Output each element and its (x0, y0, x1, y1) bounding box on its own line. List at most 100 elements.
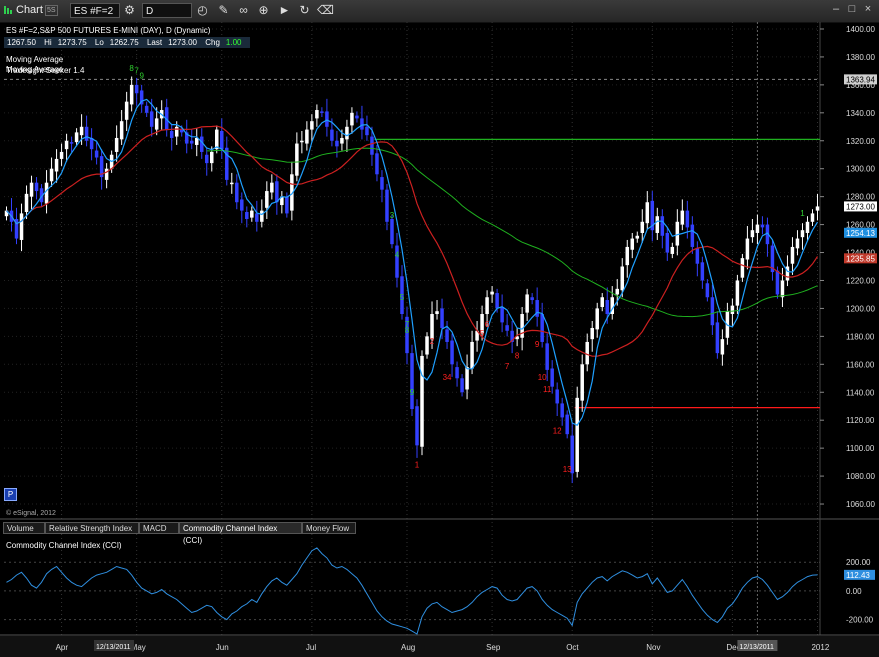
seeker-count-label: 5 (480, 329, 485, 338)
price-tag-label: 1273.00 (846, 202, 875, 211)
candle-body (565, 414, 569, 435)
study-legend-1[interactable]: Moving Average (6, 55, 63, 64)
candle-body (79, 126, 84, 136)
ohlc-readout: 1267.50 Hi 1273.75 Lo 1262.75 Last 1273.00 … (4, 37, 251, 48)
study-legend-3[interactable]: Tradesight Seeker 1.4 (6, 66, 84, 75)
candle-body (455, 367, 459, 379)
candle-body (380, 177, 384, 190)
price-tick-label: 1320.00 (846, 137, 875, 146)
tab-cci[interactable]: Commodity Channel Index (CCI) (179, 522, 302, 545)
price-chart[interactable]: 123456789101112139875438 791 1060.001080.… (0, 22, 879, 657)
candle-body (350, 112, 354, 126)
price-tick-label: 1200.00 (846, 304, 875, 313)
candle-body (635, 235, 640, 239)
month-label: Aug (401, 643, 415, 652)
tab-macd[interactable]: MACD (139, 522, 179, 534)
p-badge[interactable]: P (4, 488, 17, 501)
seeker-count-label: 5 (400, 293, 405, 302)
candle-body (144, 105, 149, 113)
interval-clock-icon[interactable]: ◴ (195, 3, 210, 18)
candle-body (19, 213, 24, 240)
candle-body (750, 230, 755, 238)
candle-body (470, 341, 474, 369)
candle-body (240, 199, 244, 211)
seeker-count-label: 9 (535, 340, 540, 349)
candle-body (490, 291, 494, 295)
candle-body (149, 111, 154, 127)
chg-value: 1.00 (225, 38, 242, 47)
candle-body (715, 322, 720, 354)
tab-volume[interactable]: Volume (3, 522, 45, 534)
play-icon[interactable]: ► (277, 3, 292, 18)
tab-rsi[interactable]: Relative Strength Index (45, 522, 139, 534)
candle-body (805, 221, 810, 233)
candle-body (210, 151, 214, 164)
candle-body (560, 403, 564, 418)
candle-body (270, 182, 274, 193)
cci-tick-label: 200.00 (846, 558, 871, 567)
draw-pencil-icon[interactable]: ✎ (216, 3, 231, 18)
seeker-count-label: 7 (405, 320, 410, 329)
title-badge[interactable]: 5S (45, 5, 58, 16)
candle-body (194, 137, 199, 145)
candle-body (605, 300, 609, 315)
candle-body (555, 389, 559, 404)
window-title: Chart (16, 4, 43, 16)
interval-input[interactable]: D (142, 3, 192, 18)
candle-body (320, 111, 324, 113)
minimize-button[interactable]: – (830, 3, 842, 15)
candle-body (675, 221, 680, 246)
price-tick-label: 1140.00 (846, 388, 875, 397)
candle-body (720, 339, 725, 355)
candle-body (295, 143, 299, 176)
candle-body (620, 266, 625, 291)
refresh-icon[interactable]: ↻ (297, 3, 312, 18)
grid (0, 22, 879, 636)
candle-body (640, 221, 645, 233)
tab-money-flow[interactable]: Money Flow (302, 522, 356, 534)
candle-body (500, 307, 504, 323)
price-tick-label: 1100.00 (846, 444, 875, 453)
candle-body (114, 137, 119, 152)
candle-body (435, 311, 439, 315)
candle-body (755, 224, 760, 233)
candle-body (235, 182, 239, 203)
symbol-description: ES #F=2,S&P 500 FUTURES E-MINI (DAY), D … (6, 26, 211, 35)
cci-panel (4, 547, 820, 635)
last-label: Last (146, 38, 163, 47)
candle-body (310, 121, 314, 130)
candle-body (330, 129, 334, 141)
copyright: © eSignal, 2012 (6, 510, 56, 517)
price-tick-label: 1160.00 (846, 360, 875, 369)
candle-body (174, 126, 179, 137)
candle-body (815, 206, 820, 211)
candle-body (29, 182, 34, 197)
time-axis: Apr May Jun Jul Aug Sep Oct Nov Dec 201212/13/201… (0, 636, 879, 657)
maximize-button[interactable]: □ (846, 3, 858, 15)
candle-body (255, 213, 259, 222)
hi-value: 1273.75 (57, 38, 87, 47)
candle-body (700, 262, 705, 281)
candle-body (430, 314, 434, 340)
candle-body (24, 193, 29, 213)
candle-body (545, 343, 549, 370)
zoom-icon[interactable]: ⊕ (256, 3, 271, 18)
cci-tick-label: -200.00 (846, 616, 874, 625)
candle-body (245, 212, 249, 220)
candle-body (385, 189, 389, 222)
candle-body (760, 224, 765, 228)
candle-body (265, 191, 269, 208)
link-icon[interactable]: ∞ (236, 3, 251, 18)
price-tick-label: 1280.00 (846, 193, 875, 202)
seeker-count-label: 2 (430, 337, 435, 346)
lo-value: 1262.75 (109, 38, 139, 47)
clear-icon[interactable]: ⌫ (317, 3, 334, 18)
symbol-options-icon[interactable]: ⚙ (122, 3, 137, 18)
price-tag-label: 1363.94 (846, 75, 875, 84)
symbol-input[interactable]: ES #F=2 (70, 3, 120, 18)
candle-body (335, 140, 339, 147)
candle-body (735, 280, 740, 306)
candle-body (450, 340, 454, 365)
close-button[interactable]: × (862, 3, 874, 15)
candle-body (204, 154, 209, 164)
